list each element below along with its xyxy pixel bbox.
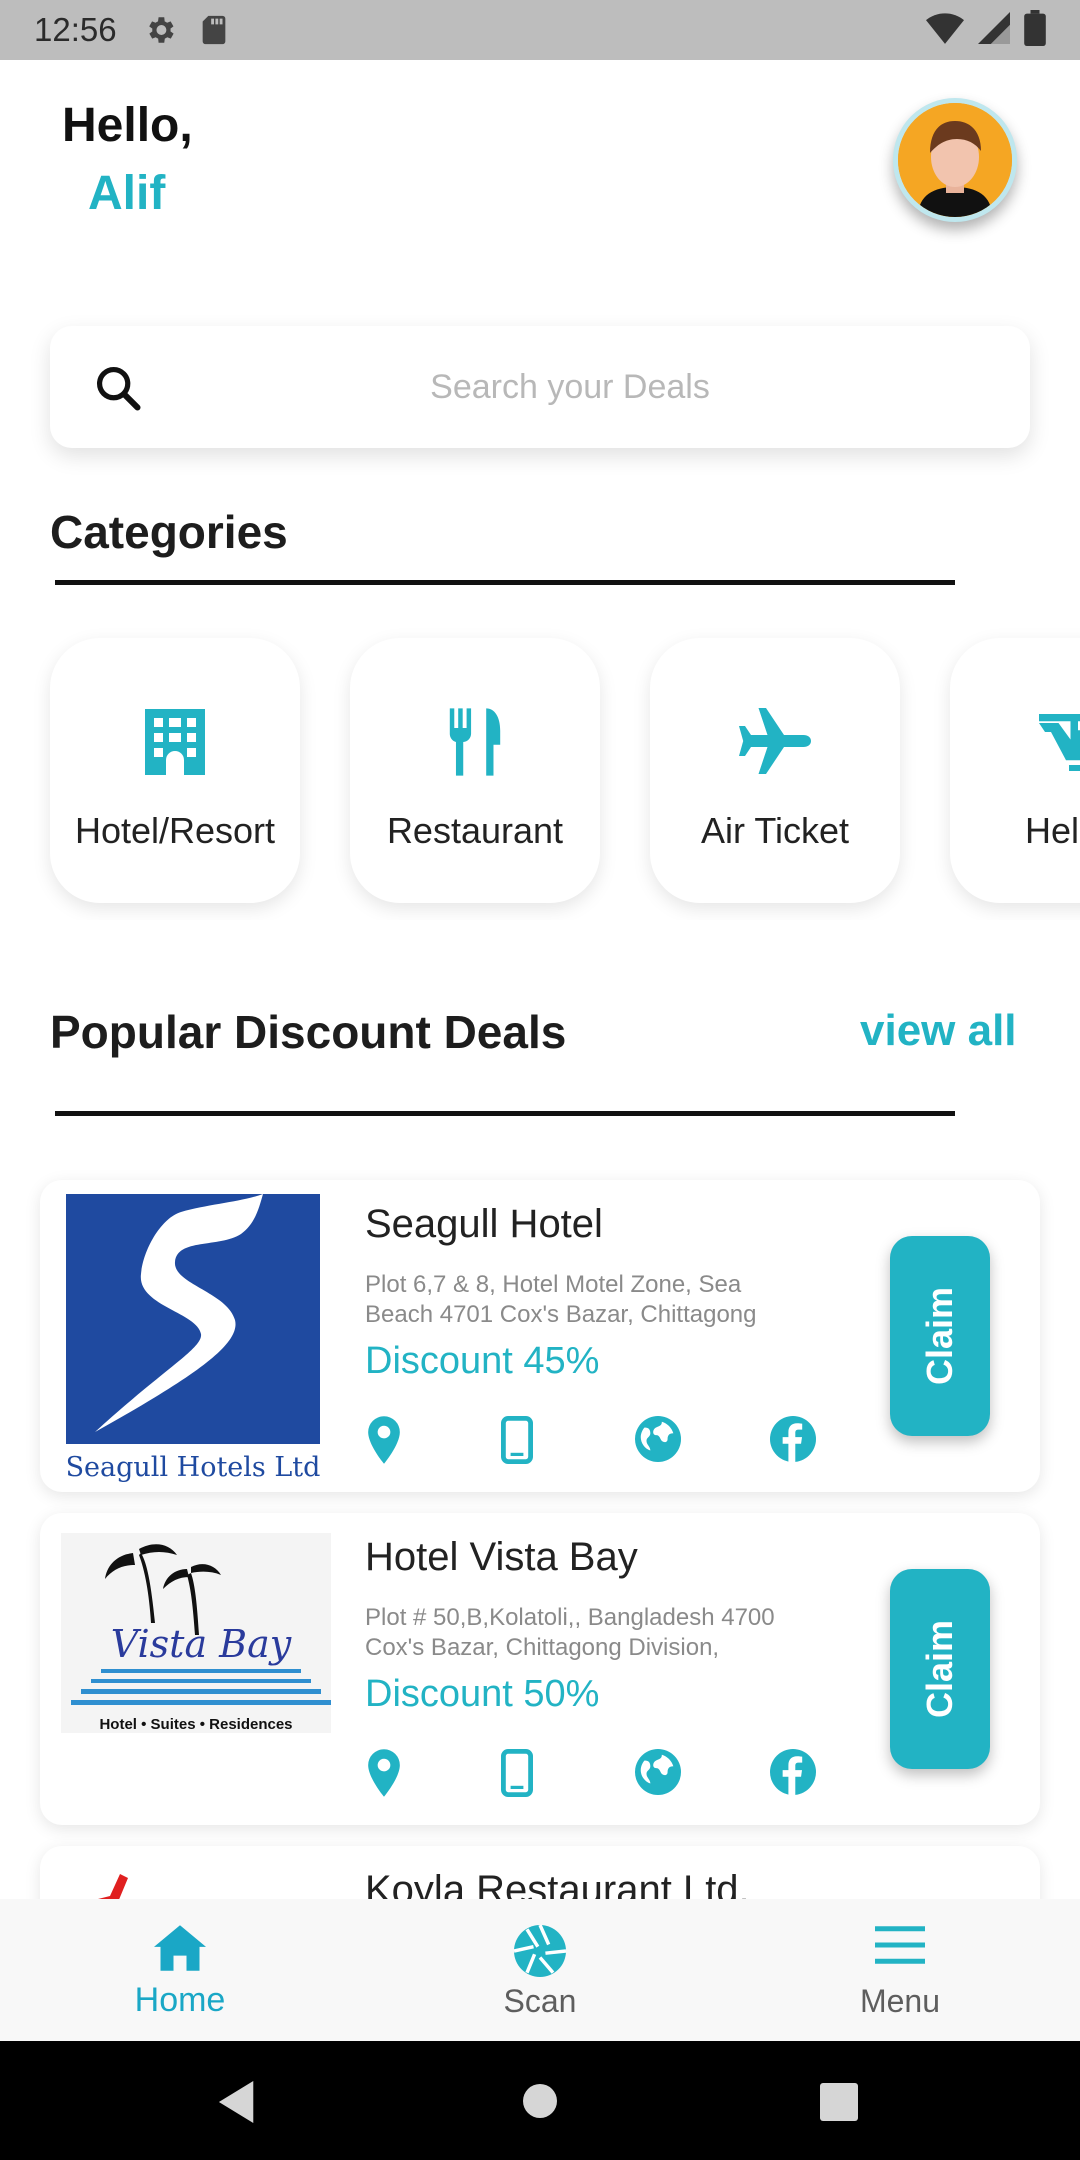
hamburger-menu-icon — [875, 1926, 925, 1964]
nav-home-label: Home — [134, 1981, 226, 2019]
phone-icon[interactable] — [500, 1416, 635, 1469]
avatar-person-icon — [898, 103, 1012, 217]
view-all-link[interactable]: view all — [860, 1006, 1017, 1056]
claim-label: Claim — [919, 1619, 960, 1719]
deal-title: Hotel Vista Bay — [365, 1535, 638, 1579]
avatar[interactable] — [893, 98, 1017, 222]
signal-icon — [978, 11, 1010, 50]
helicopter-icon — [1039, 714, 1080, 771]
search-placeholder[interactable]: Search your Deals — [50, 368, 1030, 407]
claim-button[interactable]: Claim — [890, 1569, 990, 1769]
categories-divider — [55, 580, 955, 585]
nav-scan[interactable]: Scan — [360, 1899, 720, 2041]
deals-divider — [55, 1111, 955, 1116]
claim-label: Claim — [919, 1286, 960, 1386]
category-label: Restaurant — [386, 810, 564, 851]
category-air-ticket[interactable]: Air Ticket — [650, 638, 900, 903]
battery-icon — [1024, 9, 1046, 51]
nav-menu[interactable]: Menu — [720, 1899, 1080, 2041]
nav-menu-label: Menu — [859, 1983, 941, 2019]
recents-square-icon[interactable] — [820, 2083, 858, 2121]
fork-knife-icon — [449, 708, 501, 776]
phone-icon[interactable] — [500, 1749, 635, 1802]
camera-aperture-icon — [514, 1925, 566, 1977]
deal-card-seagull-hotel[interactable]: Seagull Hotels Ltd Seagull Hotel Plot 6,… — [40, 1180, 1040, 1492]
sd-card-icon — [197, 13, 231, 47]
deals-title: Popular Discount Deals — [50, 1006, 567, 1058]
greeting-hello: Hello, — [62, 99, 193, 152]
location-pin-icon[interactable] — [365, 1749, 500, 1802]
bottom-nav: Home Scan Menu — [0, 1899, 1080, 2041]
globe-icon[interactable] — [635, 1416, 770, 1469]
status-bar: 12:56 — [0, 0, 1080, 60]
nav-scan-label: Scan — [503, 1983, 577, 2019]
status-time: 12:56 — [34, 11, 117, 48]
deal-discount: Discount 50% — [365, 1673, 600, 1715]
building-icon — [145, 709, 205, 775]
deal-address: Plot # 50,B,Kolatoli,, Bangladesh 4700 C… — [365, 1604, 775, 1661]
globe-icon[interactable] — [635, 1749, 770, 1802]
deal-discount: Discount 45% — [365, 1340, 600, 1382]
search-bar[interactable]: Search your Deals — [50, 326, 1030, 448]
deal-title: Seagull Hotel — [365, 1202, 603, 1246]
airplane-icon — [739, 708, 811, 774]
wifi-icon — [926, 11, 964, 50]
categories-title: Categories — [50, 506, 288, 558]
facebook-icon[interactable] — [770, 1416, 905, 1469]
seagull-hotel-logo: Seagull Hotels Ltd — [66, 1194, 320, 1484]
claim-button[interactable]: Claim — [890, 1236, 990, 1436]
greeting-name: Alif — [88, 167, 166, 220]
vista-bay-logo-text: Vista Bay — [111, 1622, 292, 1666]
category-label: Helico — [1024, 810, 1080, 851]
home-circle-icon[interactable] — [522, 2083, 558, 2119]
vista-bay-logo: Vista Bay Hotel • Suites • Residences — [61, 1533, 331, 1733]
settings-icon — [143, 13, 177, 47]
deal-address: Plot 6,7 & 8, Hotel Motel Zone, Sea Beac… — [365, 1271, 757, 1328]
seagull-logo-text: Seagull Hotels Ltd — [66, 1452, 320, 1483]
category-label: Hotel/Resort — [74, 810, 276, 851]
nav-home[interactable]: Home — [0, 1899, 360, 2041]
deal-contact-icons — [365, 1416, 905, 1469]
back-icon[interactable] — [218, 2081, 258, 2123]
system-navigation-bar — [0, 2041, 1080, 2160]
vista-bay-logo-subtext: Hotel • Suites • Residences — [99, 1716, 292, 1733]
category-hotel-resort[interactable]: Hotel/Resort — [50, 638, 300, 903]
categories-list[interactable]: Hotel/Resort Restaurant Air Ticket Helic… — [0, 620, 1080, 920]
category-helicopter[interactable]: Helico — [950, 638, 1080, 903]
category-restaurant[interactable]: Restaurant — [350, 638, 600, 903]
category-label: Air Ticket — [700, 810, 850, 851]
location-pin-icon[interactable] — [365, 1416, 500, 1469]
facebook-icon[interactable] — [770, 1749, 905, 1802]
deal-card-hotel-vista-bay[interactable]: Vista Bay Hotel • Suites • Residences Ho… — [40, 1513, 1040, 1825]
deal-contact-icons — [365, 1749, 905, 1802]
home-icon — [154, 1925, 206, 1971]
